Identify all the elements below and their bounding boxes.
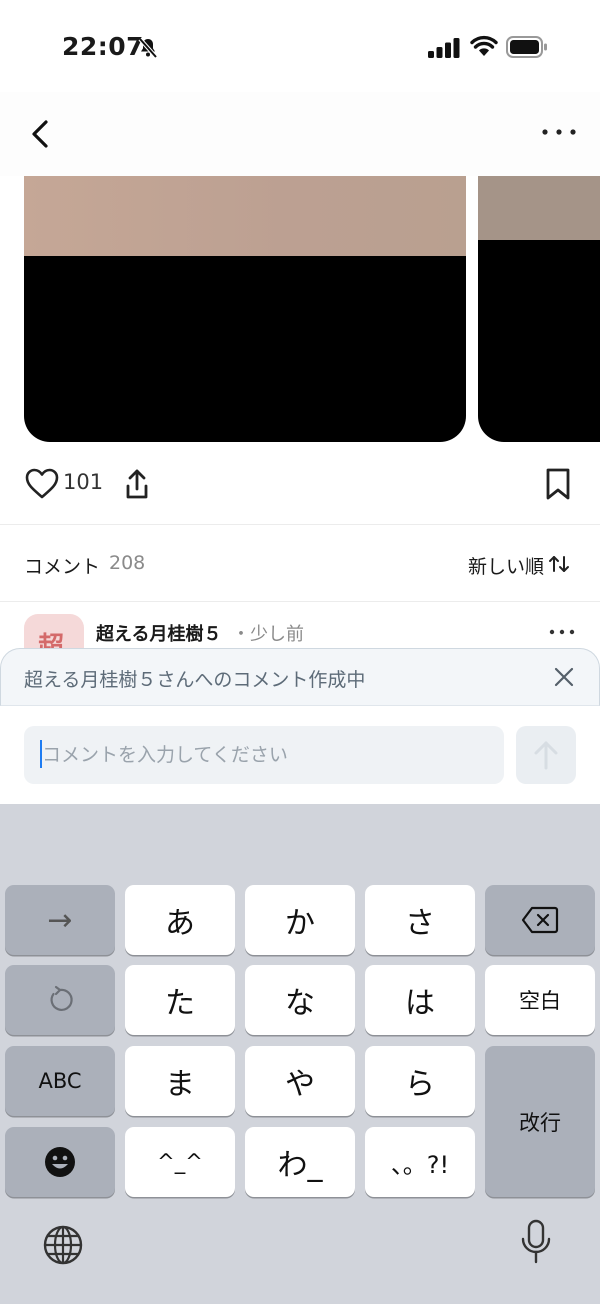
key-delete[interactable]	[485, 885, 595, 955]
more-options-icon[interactable]	[538, 122, 580, 142]
comments-count: 208	[109, 552, 146, 574]
back-chevron-icon[interactable]	[24, 112, 58, 156]
clock: 22:07	[62, 32, 145, 61]
close-icon[interactable]	[552, 665, 576, 689]
key-na[interactable]: な	[245, 965, 355, 1035]
comment-more-icon[interactable]	[548, 628, 576, 636]
key-undo[interactable]	[5, 965, 115, 1035]
key-arrow[interactable]: →	[5, 885, 115, 955]
comments-label: コメント	[24, 556, 101, 578]
cellular-signal-icon	[428, 38, 460, 58]
key-ha[interactable]: は	[365, 965, 475, 1035]
comment-time: ・少し前	[232, 624, 304, 645]
bell-off-icon	[138, 37, 158, 59]
emoji-icon	[45, 1147, 75, 1177]
share-icon[interactable]	[120, 466, 154, 502]
key-return[interactable]: 改行	[485, 1046, 595, 1197]
key-ta[interactable]: た	[125, 965, 235, 1035]
key-ma[interactable]: ま	[125, 1046, 235, 1116]
send-arrow-icon	[534, 741, 558, 770]
key-wa[interactable]: わ_	[245, 1127, 355, 1197]
send-button[interactable]	[516, 726, 576, 784]
key-emoji[interactable]	[5, 1127, 115, 1197]
divider	[0, 601, 600, 602]
text-caret	[40, 740, 42, 768]
key-kaomoji[interactable]: ^_^	[125, 1127, 235, 1197]
like-count: 101	[63, 470, 104, 494]
post-image[interactable]	[24, 176, 466, 442]
delete-icon	[521, 906, 559, 934]
key-ka[interactable]: か	[245, 885, 355, 955]
globe-icon[interactable]	[42, 1224, 84, 1266]
wifi-icon	[470, 35, 498, 56]
navigation-bar	[0, 92, 600, 176]
battery-icon	[506, 36, 547, 58]
keyboard: → あ か さ た な は 空白 ABC ま や ら 改行 ^_^ わ_ 、。?…	[0, 804, 600, 1304]
key-ra[interactable]: ら	[365, 1046, 475, 1116]
key-space[interactable]: 空白	[485, 965, 595, 1035]
key-sa[interactable]: さ	[365, 885, 475, 955]
comment-author[interactable]: 超える月桂樹５	[96, 620, 221, 646]
key-punctuation[interactable]: 、。?!	[365, 1127, 475, 1197]
divider	[0, 524, 600, 525]
post-image-next[interactable]	[478, 176, 600, 442]
key-a[interactable]: あ	[125, 885, 235, 955]
microphone-icon[interactable]	[518, 1218, 554, 1266]
bookmark-icon[interactable]	[542, 466, 574, 502]
undo-icon	[50, 985, 73, 1011]
reply-banner-text: 超える月桂樹５さんへのコメント作成中	[24, 669, 366, 691]
heart-icon[interactable]	[24, 466, 60, 502]
key-ya[interactable]: や	[245, 1046, 355, 1116]
sort-arrows-icon[interactable]	[548, 554, 570, 574]
sort-button[interactable]: 新しい順	[468, 552, 544, 579]
comment-input[interactable]	[24, 726, 504, 784]
key-abc[interactable]: ABC	[5, 1046, 115, 1116]
